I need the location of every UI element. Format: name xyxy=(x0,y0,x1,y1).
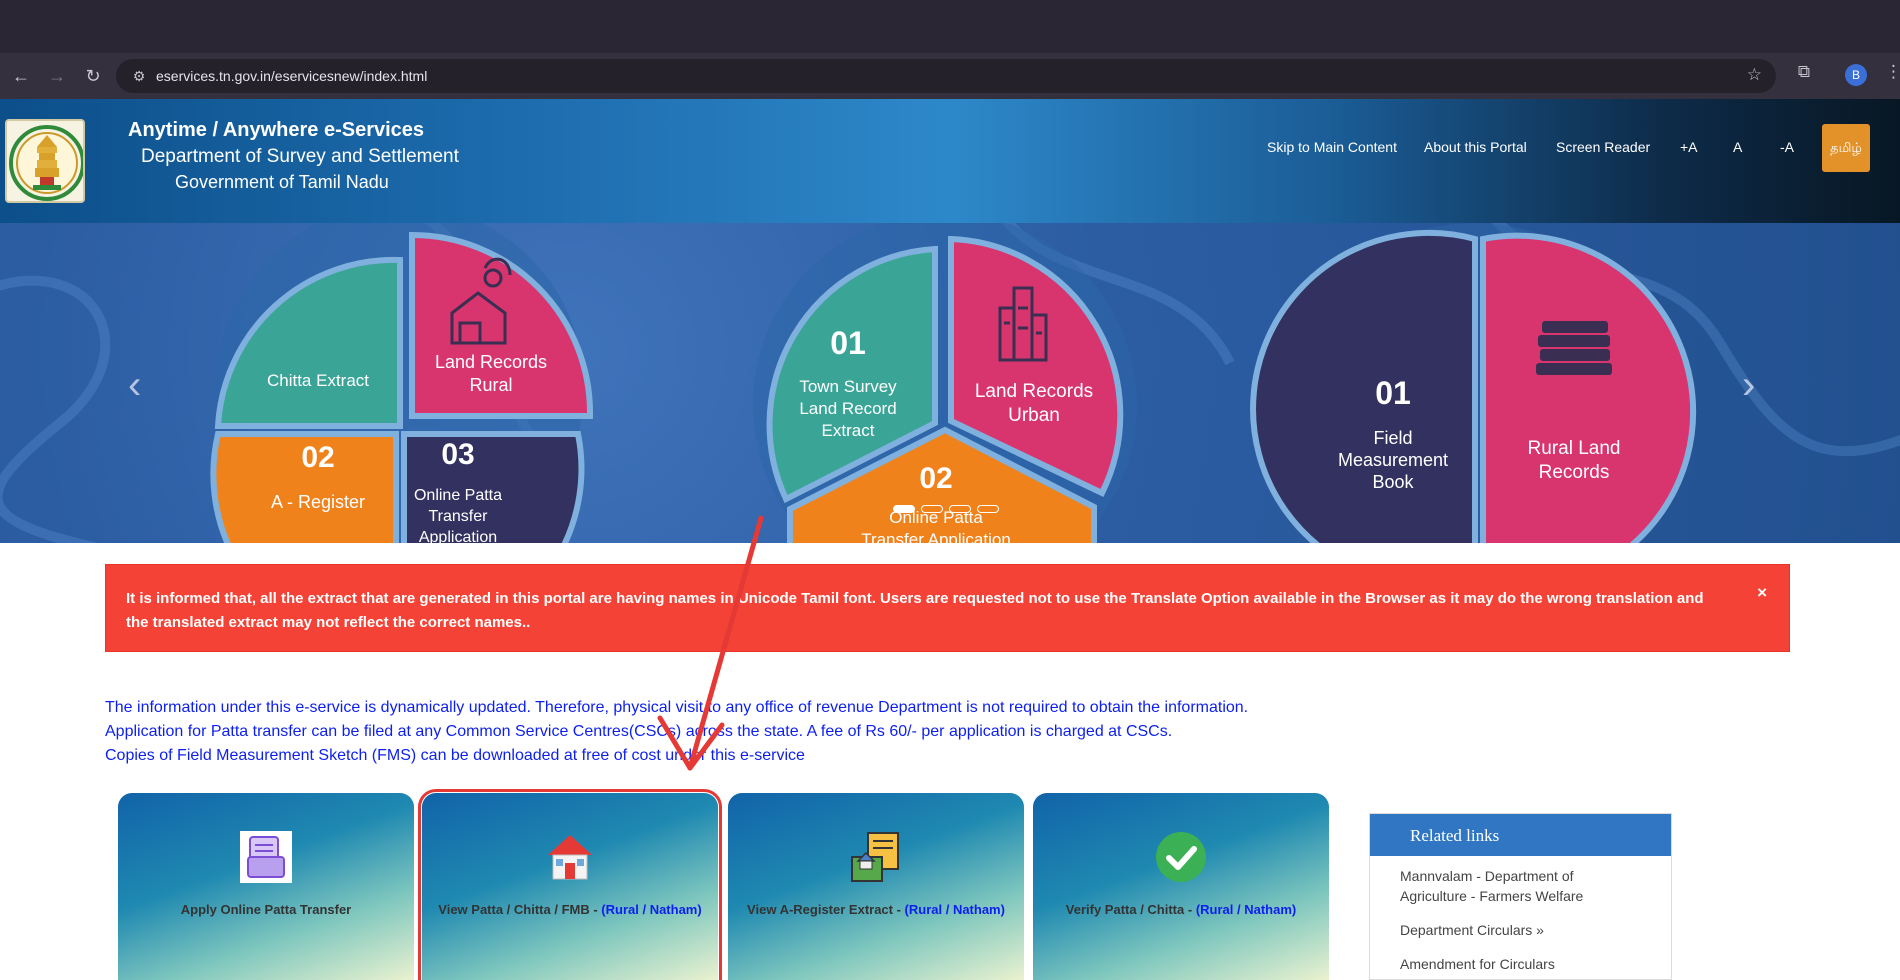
site-settings-icon[interactable]: ⚙ xyxy=(124,68,154,85)
banner-carousel: Chitta Extract Land Records Rural 02 A -… xyxy=(0,223,1900,543)
card-label[interactable]: View Patta / Chitta / FMB - (Rural / Nat… xyxy=(432,903,708,916)
carousel-indicator-4[interactable] xyxy=(977,505,999,513)
forward-icon[interactable]: → xyxy=(42,61,72,91)
slide-text: Records xyxy=(1539,462,1610,483)
slide-text: Extract xyxy=(822,421,875,440)
department-name: Department of Survey and Settlement xyxy=(141,146,459,167)
slide-number: 02 xyxy=(301,441,334,474)
slide-number: 01 xyxy=(830,325,866,361)
close-icon[interactable]: × xyxy=(1757,583,1767,603)
slide-text: Chitta Extract xyxy=(267,371,369,390)
slide-text: Field xyxy=(1373,428,1412,448)
related-link-amendment[interactable]: Amendment for Circulars xyxy=(1370,954,1671,974)
view-a-register-card[interactable]: View A-Register Extract - (Rural / Natha… xyxy=(728,793,1024,980)
screen-reader-link[interactable]: Screen Reader xyxy=(1556,139,1650,155)
extensions-icon[interactable]: ⧉ xyxy=(1792,62,1816,82)
skip-to-main-link[interactable]: Skip to Main Content xyxy=(1267,139,1397,155)
browser-menu-icon[interactable]: ⋮ xyxy=(1885,62,1900,82)
carousel-slides: Chitta Extract Land Records Rural 02 A -… xyxy=(0,223,1900,543)
translate-warning-alert: It is informed that, all the extract tha… xyxy=(105,564,1790,652)
back-icon[interactable]: ← xyxy=(6,61,36,91)
font-decrease-link[interactable]: -A xyxy=(1780,139,1794,155)
slide-text: Book xyxy=(1372,472,1414,492)
site-header: Anytime / Anywhere e-Services Department… xyxy=(0,99,1900,223)
tamil-language-button[interactable]: தமிழ் xyxy=(1822,124,1870,172)
slide-text: Rural Land xyxy=(1528,438,1621,459)
font-normal-link[interactable]: A xyxy=(1733,139,1742,155)
card-label[interactable]: Verify Patta / Chitta - (Rural / Natham) xyxy=(1043,903,1319,916)
slide-text: Land Records xyxy=(975,381,1093,402)
card-label[interactable]: View A-Register Extract - (Rural / Natha… xyxy=(738,903,1014,916)
verify-patta-chitta-card[interactable]: Verify Patta / Chitta - (Rural / Natham) xyxy=(1033,793,1329,980)
related-link-mannvalam[interactable]: Mannvalam - Department of Agriculture - … xyxy=(1370,866,1640,906)
slide-text: A - Register xyxy=(271,492,365,512)
related-links-title: Related links xyxy=(1370,814,1671,856)
card-label[interactable]: Apply Online Patta Transfer xyxy=(128,903,404,916)
carousel-indicator-2[interactable] xyxy=(921,505,943,513)
slide-text: Urban xyxy=(1008,405,1060,426)
related-link-circulars[interactable]: Department Circulars » xyxy=(1370,920,1671,940)
view-patta-chitta-fmb-card[interactable]: View Patta / Chitta / FMB - (Rural / Nat… xyxy=(418,789,722,980)
info-line-1: The information under this e-service is … xyxy=(105,699,1249,716)
carousel-indicator-1[interactable] xyxy=(893,505,915,513)
government-name: Government of Tamil Nadu xyxy=(175,172,389,192)
slide-text: Measurement xyxy=(1338,450,1448,470)
info-line-2: Application for Patta transfer can be fi… xyxy=(105,723,1173,740)
reload-icon[interactable]: ↻ xyxy=(78,61,108,91)
about-portal-link[interactable]: About this Portal xyxy=(1424,139,1527,155)
slide-number: 01 xyxy=(1375,375,1411,411)
bookmark-star-icon[interactable]: ☆ xyxy=(1747,65,1762,85)
profile-avatar[interactable]: B xyxy=(1845,64,1867,86)
site-title: Anytime / Anywhere e-Services xyxy=(128,119,425,141)
land-register-icon xyxy=(728,831,1024,883)
apply-patta-transfer-card[interactable]: Apply Online Patta Transfer xyxy=(118,793,414,980)
slide-text: Land Records xyxy=(435,352,547,372)
document-icon xyxy=(118,831,414,883)
tn-emblem-logo[interactable] xyxy=(5,119,85,203)
check-icon xyxy=(1033,831,1329,883)
slide-text: Online Patta xyxy=(414,487,502,504)
browser-toolbar: ← → ↻ ⚙ eservices.tn.gov.in/eservicesnew… xyxy=(0,53,1900,99)
carousel-prev-icon[interactable]: ‹ xyxy=(128,363,141,408)
slide-text: Application xyxy=(419,529,497,543)
slide-number: 03 xyxy=(441,438,474,471)
house-icon xyxy=(422,831,718,883)
related-links-panel: Related links Mannvalam - Department of … xyxy=(1369,813,1672,980)
slide-text: Rural xyxy=(469,375,512,395)
browser-tab-bar xyxy=(0,0,1900,53)
carousel-indicators xyxy=(893,505,999,513)
carousel-next-icon[interactable]: › xyxy=(1742,363,1755,408)
url-text[interactable]: eservices.tn.gov.in/eservicesnew/index.h… xyxy=(156,68,427,84)
slide-text: Transfer xyxy=(429,508,489,525)
slide-text: Land Record xyxy=(799,399,896,418)
alert-text: It is informed that, all the extract tha… xyxy=(126,590,1704,631)
font-increase-link[interactable]: +A xyxy=(1680,139,1698,155)
address-bar[interactable]: ⚙ eservices.tn.gov.in/eservicesnew/index… xyxy=(116,59,1776,93)
slide-text: Town Survey xyxy=(799,377,897,396)
slide-text: Transfer Application xyxy=(861,530,1011,543)
carousel-indicator-3[interactable] xyxy=(949,505,971,513)
slide-number: 02 xyxy=(919,462,952,495)
info-line-3: Copies of Field Measurement Sketch (FMS)… xyxy=(105,747,805,764)
